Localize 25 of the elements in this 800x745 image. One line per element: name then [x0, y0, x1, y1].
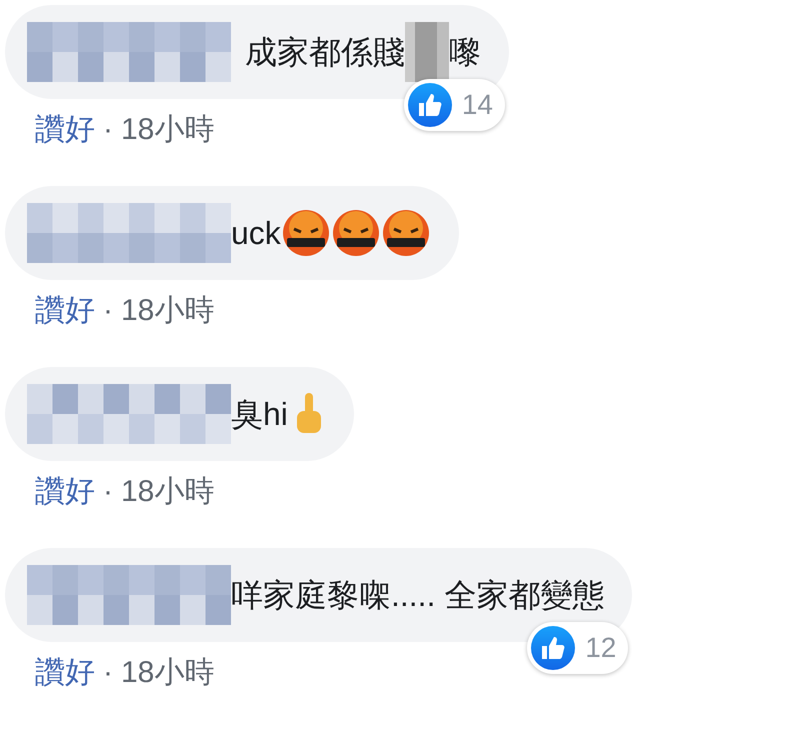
like-link[interactable]: 讚好	[35, 109, 95, 150]
separator-dot: ·	[103, 294, 113, 328]
like-link[interactable]: 讚好	[35, 471, 95, 512]
like-icon	[408, 83, 452, 127]
comment-text: 咩家庭黎㗎..... 全家都變態	[231, 576, 604, 614]
like-link[interactable]: 讚好	[35, 652, 95, 693]
angry-face-icon	[280, 208, 331, 258]
separator-dot: ·	[103, 112, 113, 146]
comment-text: 臭hi	[231, 394, 288, 434]
separator-dot: ·	[103, 474, 113, 508]
like-icon	[531, 626, 576, 670]
comment-text: 嚟	[449, 32, 481, 72]
timestamp: 18小時	[121, 112, 214, 148]
timestamp: 18小時	[121, 474, 214, 510]
like-link[interactable]: 讚好	[35, 290, 95, 331]
reaction-count-badge[interactable]: 14	[404, 79, 505, 131]
timestamp: 18小時	[121, 293, 214, 329]
angry-face-icon	[380, 208, 431, 258]
separator-dot: ·	[103, 656, 113, 690]
comment-text: uck	[231, 214, 281, 252]
reaction-count-badge[interactable]: 12	[527, 622, 628, 674]
angry-face-icon	[330, 208, 381, 258]
comment-text: 成家都係賤	[245, 32, 405, 72]
redaction-drawing	[405, 22, 449, 82]
timestamp: 18小時	[121, 655, 214, 691]
